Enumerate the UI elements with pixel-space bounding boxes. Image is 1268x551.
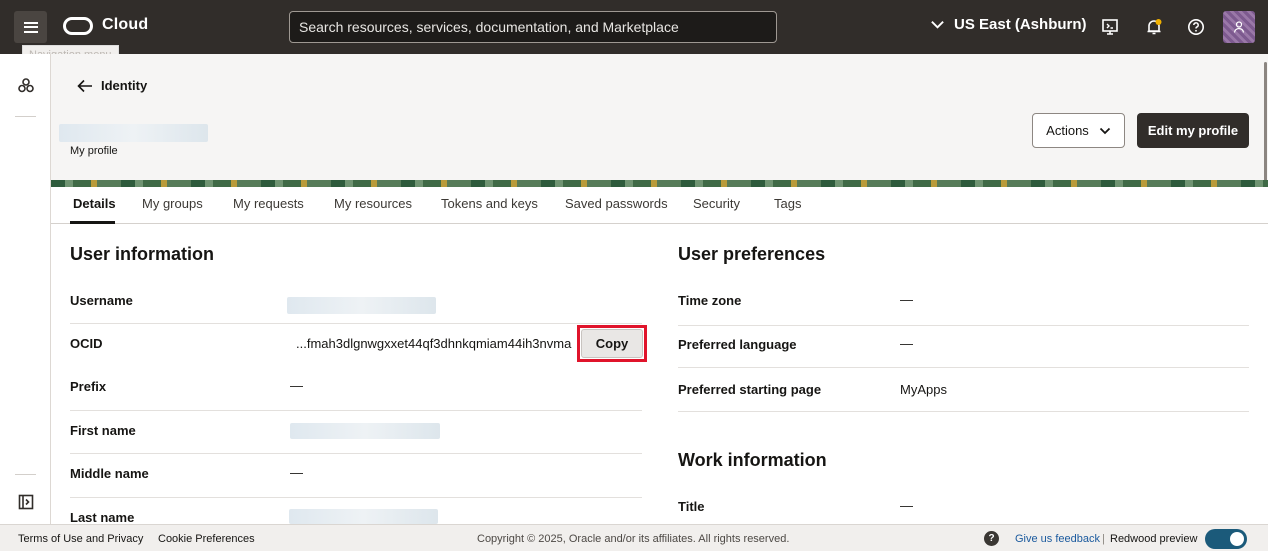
prefix-label: Prefix <box>70 379 107 394</box>
tab-my-groups[interactable]: My groups <box>142 196 203 211</box>
row-divider <box>70 497 642 498</box>
copy-ocid-button[interactable]: Copy <box>581 329 643 358</box>
work-information-title: Work information <box>678 450 827 470</box>
tab-bar: Details My groups My requests My resourc… <box>51 187 1268 224</box>
footer: Terms of Use and Privacy Cookie Preferen… <box>0 524 1268 551</box>
profile-subtitle: My profile <box>70 145 118 157</box>
expand-panel-icon[interactable] <box>16 492 36 512</box>
region-label: US East (Ashburn) <box>954 16 1087 33</box>
user-icon <box>1233 21 1245 33</box>
back-to-identity-link[interactable]: Identity <box>77 78 147 93</box>
title-label: Title <box>678 499 705 514</box>
profile-name-redacted <box>59 124 208 142</box>
row-divider <box>70 323 642 324</box>
help-icon[interactable] <box>1186 17 1206 37</box>
decorative-banner <box>51 180 1268 187</box>
user-preferences-title: User preferences <box>678 244 826 264</box>
left-rail <box>0 54 51 524</box>
hamburger-icon <box>23 21 38 33</box>
prefix-value: — <box>290 378 303 393</box>
footer-divider: | <box>1102 533 1105 545</box>
time-zone-value: — <box>900 292 913 307</box>
terms-link[interactable]: Terms of Use and Privacy <box>18 533 143 545</box>
rail-divider <box>15 474 36 475</box>
actions-button[interactable]: Actions <box>1032 113 1125 148</box>
give-feedback-link[interactable]: Give us feedback <box>1015 533 1100 545</box>
first-name-label: First name <box>70 423 136 438</box>
username-label: Username <box>70 293 133 308</box>
user-avatar[interactable] <box>1223 11 1255 43</box>
user-information-title: User information <box>70 244 215 264</box>
notifications-bell-icon[interactable] <box>1144 17 1164 37</box>
navigation-menu-button[interactable] <box>14 11 47 43</box>
tab-details[interactable]: Details <box>73 196 116 211</box>
redwood-preview-label: Redwood preview <box>1110 533 1198 545</box>
last-name-label: Last name <box>70 510 135 525</box>
search-box[interactable] <box>289 11 777 43</box>
top-bar: Cloud US East (Ashburn) <box>0 0 1268 54</box>
time-zone-label: Time zone <box>678 293 742 308</box>
row-divider <box>678 411 1249 412</box>
first-name-value-redacted <box>290 423 440 439</box>
preferred-starting-page-value: MyApps <box>900 382 947 397</box>
tab-security[interactable]: Security <box>693 196 740 211</box>
arrow-left-icon <box>77 79 92 92</box>
middle-name-label: Middle name <box>70 466 149 481</box>
tab-saved-passwords[interactable]: Saved passwords <box>565 196 668 211</box>
brand-name[interactable]: Cloud <box>102 16 148 34</box>
help-icon[interactable]: ? <box>984 531 999 546</box>
username-value-redacted <box>287 297 436 314</box>
region-selector[interactable]: US East (Ashburn) <box>930 16 1087 33</box>
tab-my-resources[interactable]: My resources <box>334 196 412 211</box>
copyright-text: Copyright © 2025, Oracle and/or its affi… <box>477 533 790 545</box>
cloud-shell-icon[interactable] <box>1100 17 1120 37</box>
search-input[interactable] <box>290 12 776 42</box>
redwood-preview-toggle[interactable] <box>1205 529 1247 549</box>
preferred-language-value: — <box>900 336 913 351</box>
chevron-down-icon <box>931 21 944 29</box>
edit-my-profile-button[interactable]: Edit my profile <box>1137 113 1249 148</box>
page-header: Identity My profile Actions Edit my prof… <box>51 54 1268 182</box>
row-divider <box>678 325 1249 326</box>
ocid-value: ...fmah3dlgnwgxxet44qf3dhnkqmiam44ih3nvm… <box>296 336 572 351</box>
rail-divider <box>15 116 36 117</box>
preferred-language-label: Preferred language <box>678 337 797 352</box>
middle-name-value: — <box>290 465 303 480</box>
row-divider <box>678 367 1249 368</box>
tab-tokens-and-keys[interactable]: Tokens and keys <box>441 196 538 211</box>
last-name-value-redacted <box>289 509 438 524</box>
tab-my-requests[interactable]: My requests <box>233 196 304 211</box>
ocid-label: OCID <box>70 336 103 351</box>
tab-tags[interactable]: Tags <box>774 196 801 211</box>
chevron-down-icon <box>1099 127 1110 134</box>
preferred-starting-page-label: Preferred starting page <box>678 382 822 397</box>
cookie-preferences-link[interactable]: Cookie Preferences <box>158 533 255 545</box>
identity-domains-icon[interactable] <box>16 76 36 96</box>
toggle-knob <box>1230 532 1244 546</box>
actions-label: Actions <box>1046 123 1089 138</box>
row-divider <box>70 453 642 454</box>
title-value: — <box>900 498 913 513</box>
active-tab-indicator <box>70 221 115 224</box>
scrollbar[interactable] <box>1264 62 1267 182</box>
back-label: Identity <box>101 78 148 93</box>
oracle-logo-icon[interactable] <box>63 17 93 35</box>
row-divider <box>70 410 642 411</box>
